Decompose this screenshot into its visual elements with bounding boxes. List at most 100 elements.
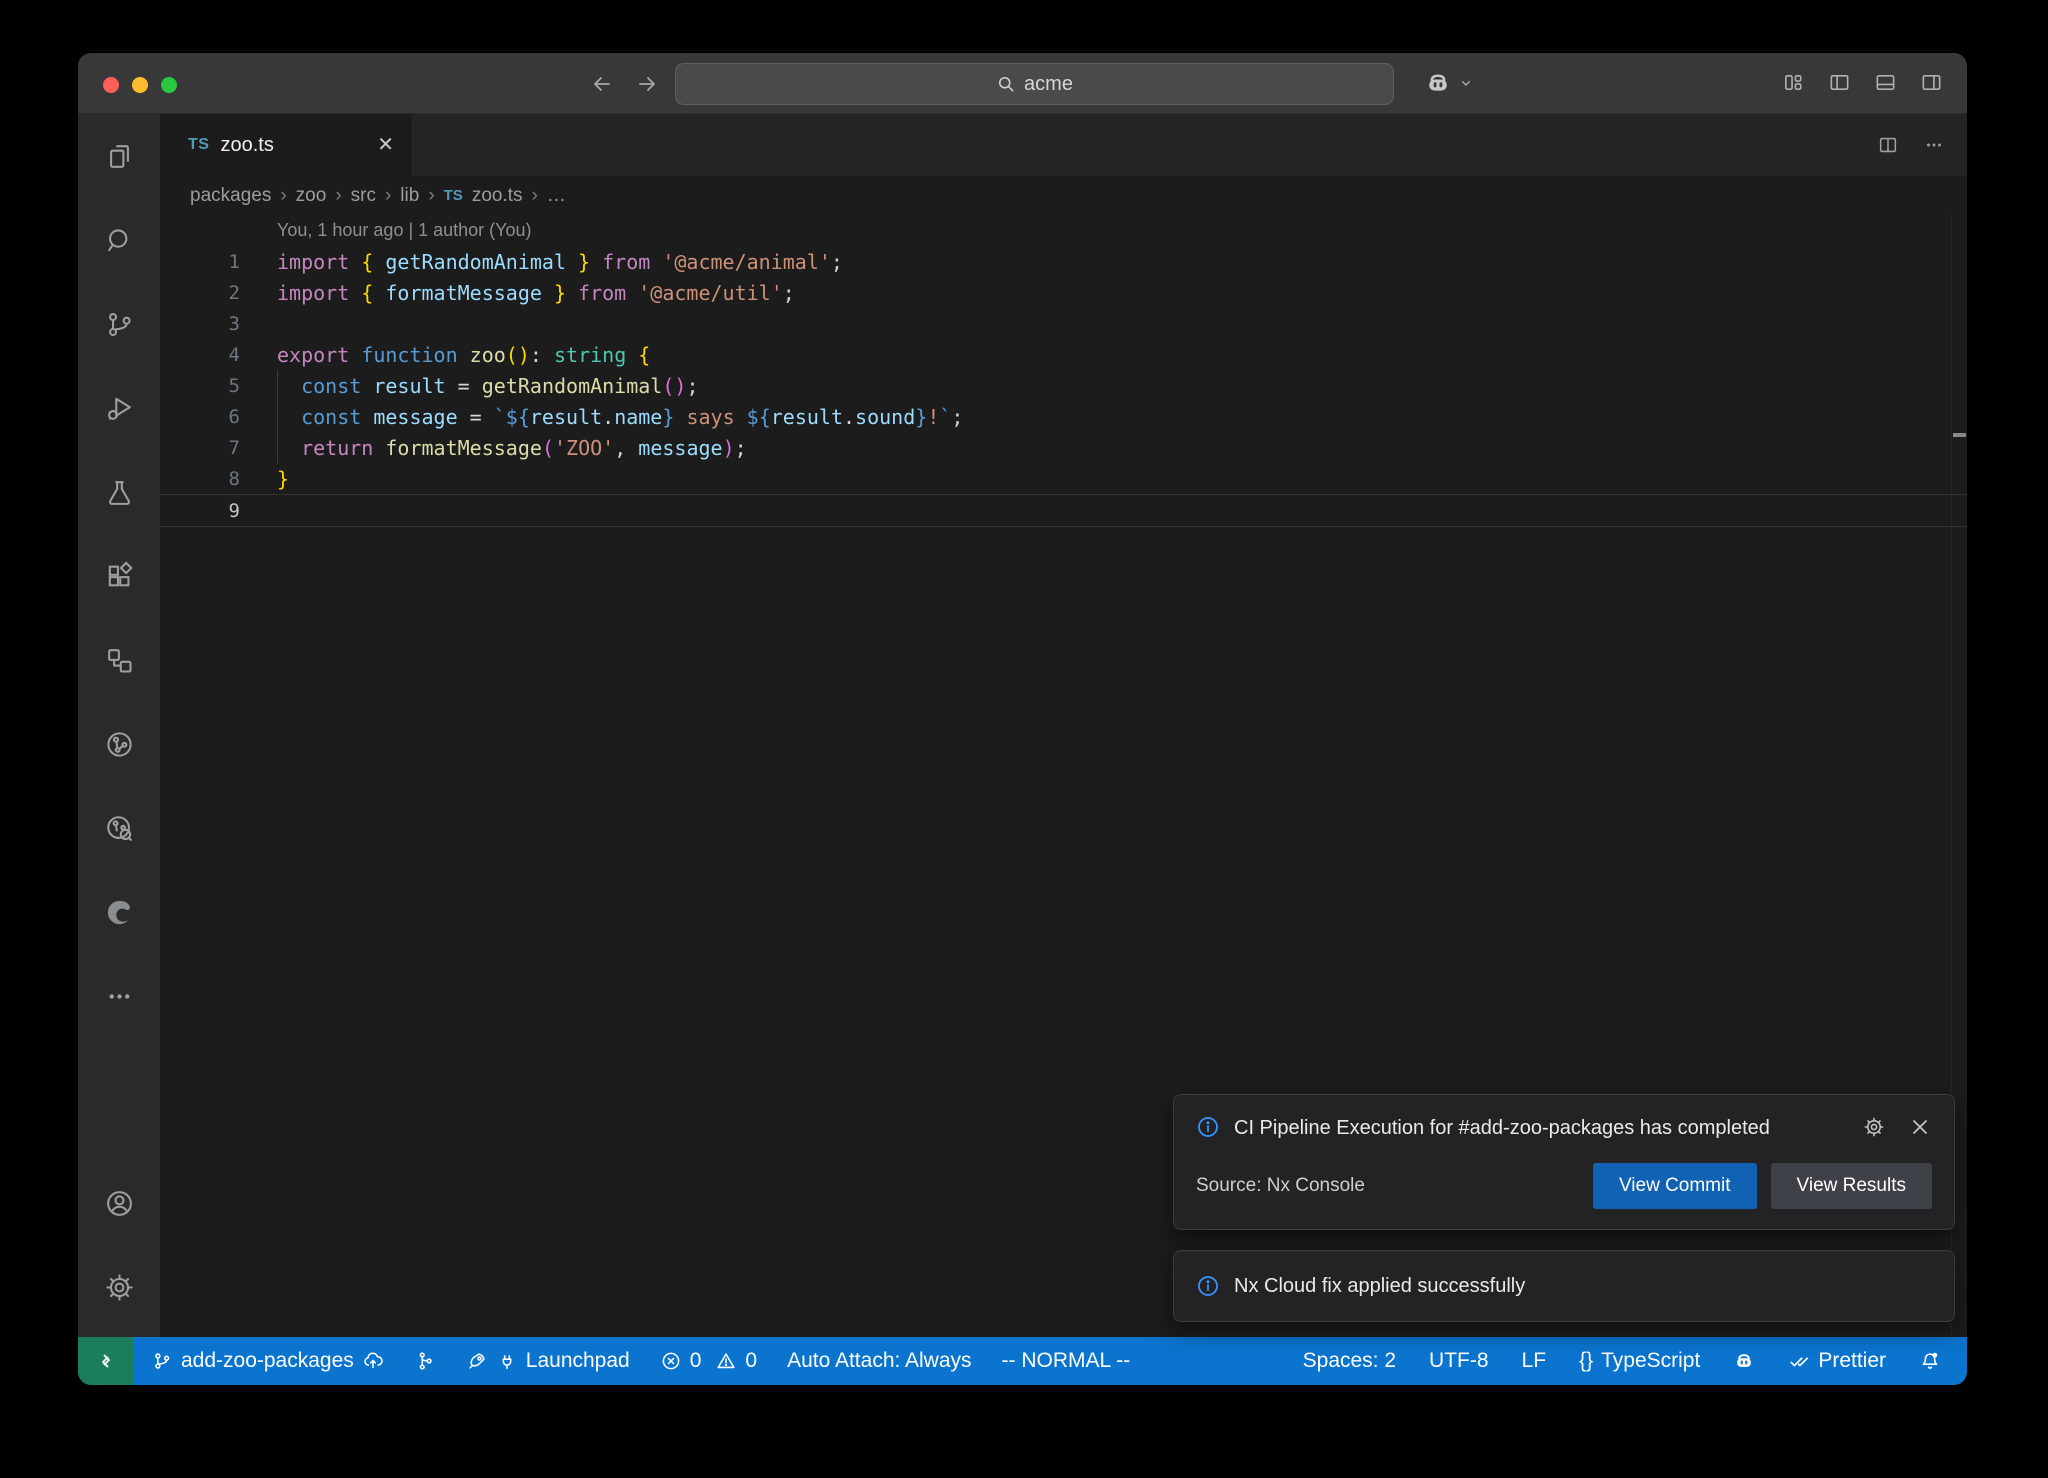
chevron-right-icon: › — [532, 185, 538, 207]
git-branch-status[interactable]: add-zoo-packages — [151, 1349, 384, 1373]
remote-explorer-icon[interactable] — [78, 618, 160, 702]
formatter-status[interactable]: Prettier — [1788, 1349, 1886, 1373]
encoding-status[interactable]: UTF-8 — [1429, 1349, 1489, 1373]
auto-attach-status[interactable]: Auto Attach: Always — [787, 1349, 971, 1373]
maximize-window-button[interactable] — [161, 77, 177, 93]
eol-status[interactable]: LF — [1522, 1349, 1547, 1373]
code-line-8[interactable]: 8} — [160, 463, 1967, 494]
tab-zoo-ts[interactable]: TS zoo.ts ✕ — [160, 114, 411, 176]
chevron-right-icon: › — [280, 185, 286, 207]
testing-icon[interactable] — [78, 450, 160, 534]
customize-layout-icon[interactable] — [1782, 71, 1805, 99]
search-view-icon[interactable] — [78, 198, 160, 282]
code-line-3[interactable]: 3 — [160, 308, 1967, 339]
chevron-down-icon — [1458, 75, 1474, 91]
notifications-bell-icon[interactable] — [1919, 1350, 1941, 1372]
more-views-icon[interactable] — [78, 954, 160, 1038]
chevron-right-icon: › — [385, 185, 391, 207]
run-debug-icon[interactable] — [78, 366, 160, 450]
title-bar: acme — [78, 53, 1967, 114]
info-icon — [1196, 1274, 1220, 1298]
tab-label: zoo.ts — [220, 134, 273, 157]
notification-message: CI Pipeline Execution for #add-zoo-packa… — [1234, 1109, 1779, 1147]
launchpad-status[interactable]: Launchpad — [466, 1349, 630, 1373]
breadcrumb-item[interactable]: lib — [400, 185, 419, 207]
remote-indicator[interactable] — [78, 1337, 133, 1385]
line-number: 8 — [160, 468, 240, 490]
debug-attach-icon — [496, 1350, 518, 1372]
vscode-window: acme — [78, 53, 1967, 1385]
editor-more-actions-icon[interactable] — [1923, 134, 1945, 156]
toggle-secondary-sidebar-icon[interactable] — [1920, 71, 1943, 99]
code-line-7[interactable]: 7 return formatMessage('ZOO', message); — [160, 432, 1967, 463]
breadcrumb-item[interactable]: src — [351, 185, 376, 207]
chevron-right-icon: › — [335, 185, 341, 207]
split-editor-icon[interactable] — [1877, 134, 1899, 156]
source-control-graph-status[interactable] — [414, 1350, 436, 1372]
breadcrumb: packages › zoo › src › lib › TS zoo.ts ›… — [160, 176, 1967, 215]
code-line-4[interactable]: 4export function zoo(): string { — [160, 339, 1967, 370]
breadcrumb-item-file[interactable]: zoo.ts — [472, 185, 523, 207]
minimize-window-button[interactable] — [132, 77, 148, 93]
tab-bar: TS zoo.ts ✕ — [160, 114, 1967, 176]
overview-cursor-mark — [1953, 433, 1966, 437]
indent-guide — [277, 370, 278, 463]
forward-arrow-icon[interactable] — [635, 72, 659, 96]
tab-close-icon[interactable]: ✕ — [377, 135, 394, 155]
indentation-status[interactable]: Spaces: 2 — [1303, 1349, 1396, 1373]
vim-mode-status[interactable]: -- NORMAL -- — [1002, 1349, 1131, 1373]
notification-toast-nx-cloud: Nx Cloud fix applied successfully — [1173, 1250, 1955, 1322]
problems-status[interactable]: 0 0 — [660, 1349, 757, 1373]
toggle-panel-icon[interactable] — [1874, 71, 1897, 99]
code-line-2[interactable]: 2import { formatMessage } from '@acme/ut… — [160, 277, 1967, 308]
breadcrumb-item[interactable]: packages — [190, 185, 271, 207]
settings-gear-icon[interactable] — [78, 1245, 160, 1329]
remote-icon — [94, 1349, 118, 1373]
typescript-file-icon: TS — [188, 136, 209, 154]
typescript-file-icon: TS — [444, 187, 463, 204]
notification-toast-ci-pipeline: CI Pipeline Execution for #add-zoo-packa… — [1173, 1094, 1955, 1230]
notification-close-icon[interactable] — [1908, 1115, 1932, 1139]
line-number: 5 — [160, 375, 240, 397]
explorer-icon[interactable] — [78, 114, 160, 198]
code-line-1[interactable]: 1import { getRandomAnimal } from '@acme/… — [160, 246, 1967, 277]
blame-annotation: You, 1 hour ago | 1 author (You) — [160, 215, 1967, 246]
warning-icon — [715, 1350, 737, 1372]
search-icon — [996, 74, 1016, 94]
cloud-upload-icon — [362, 1350, 384, 1372]
launchpad-label: Launchpad — [526, 1349, 630, 1373]
copilot-status[interactable] — [1733, 1350, 1755, 1372]
command-center-search[interactable]: acme — [675, 63, 1394, 105]
chevron-right-icon: › — [428, 185, 434, 207]
breadcrumb-ellipsis[interactable]: … — [547, 185, 566, 207]
line-number: 2 — [160, 282, 240, 304]
nx-console-icon[interactable] — [78, 702, 160, 786]
copilot-menu[interactable] — [1424, 69, 1474, 97]
line-number: 9 — [160, 500, 240, 522]
edge-browser-icon[interactable] — [78, 870, 160, 954]
code-line-6[interactable]: 6 const message = `${result.name} says $… — [160, 401, 1967, 432]
nx-cloud-icon[interactable] — [78, 786, 160, 870]
error-count: 0 — [690, 1349, 702, 1373]
rocket-icon — [466, 1350, 488, 1372]
code-line-9[interactable]: 9 — [160, 494, 1967, 527]
breadcrumb-item[interactable]: zoo — [296, 185, 327, 207]
language-status[interactable]: {} TypeScript — [1579, 1349, 1700, 1373]
back-arrow-icon[interactable] — [590, 72, 614, 96]
extensions-icon[interactable] — [78, 534, 160, 618]
toggle-primary-sidebar-icon[interactable] — [1828, 71, 1851, 99]
copilot-icon — [1424, 69, 1452, 97]
view-commit-button[interactable]: View Commit — [1593, 1163, 1757, 1209]
notification-message: Nx Cloud fix applied successfully — [1234, 1275, 1525, 1298]
info-icon — [1196, 1115, 1220, 1139]
accounts-icon[interactable] — [78, 1161, 160, 1245]
notification-source: Source: Nx Console — [1196, 1175, 1365, 1197]
code-line-5[interactable]: 5 const result = getRandomAnimal(); — [160, 370, 1967, 401]
status-bar: add-zoo-packages Launchpad 0 0 Auto Atta… — [78, 1337, 1967, 1385]
close-window-button[interactable] — [103, 77, 119, 93]
view-results-button[interactable]: View Results — [1771, 1163, 1932, 1209]
source-control-icon[interactable] — [78, 282, 160, 366]
line-number: 7 — [160, 437, 240, 459]
notification-settings-gear-icon[interactable] — [1862, 1115, 1886, 1139]
code-lines: You, 1 hour ago | 1 author (You) 1import… — [160, 215, 1967, 527]
